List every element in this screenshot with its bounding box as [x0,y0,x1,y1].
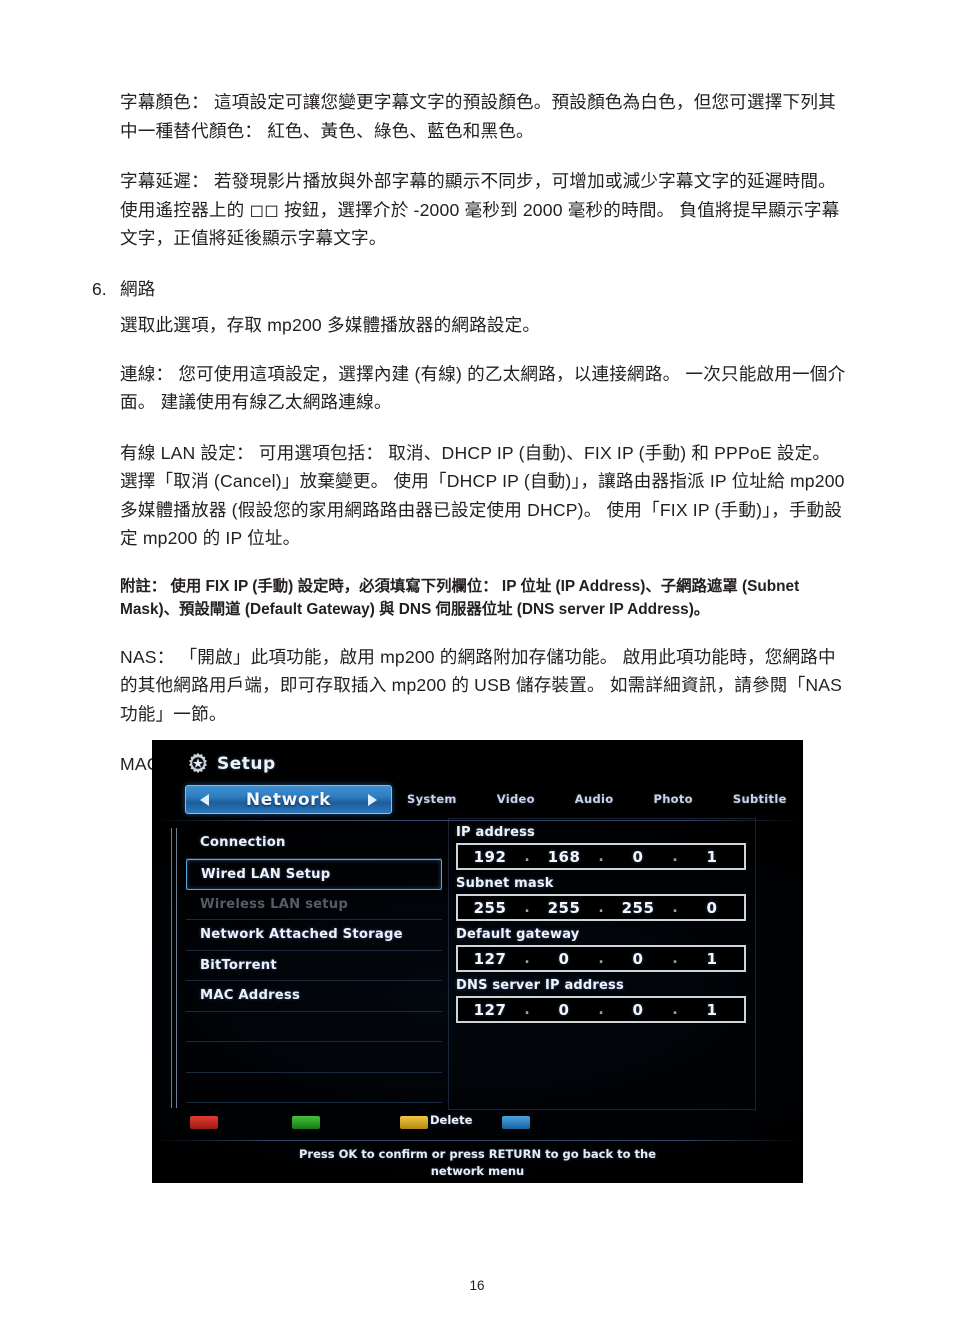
octet-separator: . [524,848,530,865]
default-gateway-input[interactable]: 127 . 0 . 0 . 1 [456,945,746,972]
blue-button[interactable] [502,1116,530,1129]
paragraph-note: 附註： 使用 FIX IP (手動) 設定時，必須填寫下列欄位： IP 位址 (… [120,577,800,618]
menu-item-wireless-lan-setup: Wireless LAN setup [186,890,442,920]
menu-item-label: BitTorrent [200,957,277,973]
footer-hint-line-2: network menu [430,1163,525,1178]
gear-icon [188,752,208,774]
menu-item-label: Wired LAN Setup [201,866,331,882]
setup-title: Setup [217,754,276,774]
menu-item-wired-lan-setup[interactable]: Wired LAN Setup [186,858,442,890]
menu-item-label: Connection [200,835,286,851]
octet-separator: . [524,1001,530,1018]
octet-separator: . [672,899,678,916]
octet-1[interactable]: 127 [458,1001,522,1019]
section-number: 6. [92,278,107,299]
paragraph-subtitle-color: 字幕顏色： 這項設定可讓您變更字幕文字的預設顏色。預設顏色為白色，但您可選擇下列… [120,92,836,141]
field-subnet-mask: Subnet mask 255 . 255 . 255 . 0 [456,876,746,921]
device-screen-root: Setup Network System Video Audio Photo S… [152,740,803,1183]
dns-server-ip-input[interactable]: 127 . 0 . 0 . 1 [456,996,746,1023]
tab-photo[interactable]: Photo [653,792,692,806]
settings-fields: IP address 192 . 168 . 0 . 1 Subnet mask… [456,825,746,1029]
yellow-button-label: Delete [430,1113,473,1127]
tab-system[interactable]: System [407,792,457,806]
paragraph-subtitle-delay: 字幕延遲： 若發現影片播放與外部字幕的顯示不同步，可增加或減少字幕文字的延遲時間… [120,171,840,248]
setup-header: Setup [186,752,276,776]
menu-item-label: MAC Address [200,988,301,1004]
network-menu-list: Connection Wired LAN Setup Wireless LAN … [186,828,442,1103]
octet-4[interactable]: 1 [680,950,744,968]
menu-item-connection[interactable]: Connection [186,828,442,859]
triangle-right-icon[interactable] [368,793,377,806]
page-number: 16 [469,1278,485,1293]
field-label: Subnet mask [456,876,554,891]
octet-separator: . [598,848,604,865]
paragraph-section-intro: 選取此選項，存取 mp200 多媒體播放器的網路設定。 [120,315,541,335]
octet-separator: . [598,950,604,967]
octet-separator: . [598,1001,604,1018]
tab-audio[interactable]: Audio [575,792,614,806]
field-default-gateway: Default gateway 127 . 0 . 0 . 1 [456,927,746,972]
tab-list: System Video Audio Photo Subtitle [407,785,787,812]
octet-1[interactable]: 192 [458,848,522,866]
menu-item-network-attached-storage[interactable]: Network Attached Storage [186,920,442,951]
menu-item-empty [186,1012,442,1042]
octet-1[interactable]: 255 [458,899,522,917]
tab-bar: Network System Video Audio Photo Subtitl… [185,785,786,814]
octet-separator: . [524,950,530,967]
menu-item-empty [186,1073,442,1103]
menu-item-label: Network Attached Storage [200,927,403,943]
octet-2[interactable]: 0 [532,1001,596,1019]
octet-3[interactable]: 0 [606,1001,670,1019]
octet-separator: . [598,899,604,916]
octet-2[interactable]: 0 [532,950,596,968]
paragraph-connection: 連線： 您可使用這項設定，選擇內建 (有線) 的乙太網路，以連接網路。 一次只能… [120,363,846,413]
octet-1[interactable]: 127 [458,950,522,968]
menu-item-mac-address[interactable]: MAC Address [186,981,442,1012]
field-label: DNS server IP address [456,978,624,993]
header-divider [152,820,803,821]
document-body: 字幕顏色： 這項設定可讓您變更字幕文字的預設顏色。預設顏色為白色，但您可選擇下列… [92,88,850,801]
octet-4[interactable]: 1 [680,848,744,866]
ip-address-input[interactable]: 192 . 168 . 0 . 1 [456,843,746,870]
tab-video[interactable]: Video [497,792,535,806]
field-label: Default gateway [456,927,580,942]
section-heading-network: 6. 網路 [92,275,850,304]
red-button[interactable] [190,1116,218,1129]
color-button-bar: Delete [152,1108,803,1140]
octet-2[interactable]: 255 [532,899,596,917]
octet-separator: . [672,1001,678,1018]
octet-separator: . [524,899,530,916]
field-ip-address: IP address 192 . 168 . 0 . 1 [456,825,746,870]
green-button[interactable] [292,1116,320,1129]
footer-hint-line-1: Press OK to confirm or press RETURN to g… [298,1147,656,1161]
tab-network[interactable]: Network [185,785,392,814]
octet-3[interactable]: 0 [606,848,670,866]
section-title: 網路 [120,278,156,299]
octet-3[interactable]: 255 [606,899,670,917]
footer-hint: Press OK to confirm or press RETURN to g… [152,1146,803,1179]
octet-separator: . [672,950,678,967]
paragraph-wired-lan: 有線 LAN 設定： 可用選項包括： 取消、DHCP IP (自動)、FIX I… [120,442,845,549]
menu-item-label: Wireless LAN setup [200,896,349,912]
octet-3[interactable]: 0 [606,950,670,968]
octet-2[interactable]: 168 [532,848,596,866]
menu-item-bittorrent[interactable]: BitTorrent [186,951,442,981]
tab-network-label: Network [245,789,332,810]
triangle-left-icon[interactable] [200,793,209,806]
octet-separator: . [672,848,678,865]
yellow-button[interactable] [400,1116,428,1129]
document-page: 字幕顏色： 這項設定可讓您變更字幕文字的預設顏色。預設顏色為白色，但您可選擇下列… [0,0,954,1344]
field-dns-server-ip-address: DNS server IP address 127 . 0 . 0 . 1 [456,978,746,1023]
subnet-mask-input[interactable]: 255 . 255 . 255 . 0 [456,894,746,921]
tab-subtitle[interactable]: Subtitle [733,792,787,806]
footer-divider [152,1140,803,1141]
octet-4[interactable]: 1 [680,1001,744,1019]
menu-item-empty [186,1042,442,1073]
field-label: IP address [456,825,535,840]
paragraph-nas: NAS： 「開啟」此項功能，啟用 mp200 的網路附加存儲功能。 啟用此項功能… [120,646,843,724]
octet-4[interactable]: 0 [680,899,744,917]
menu-scrollbar[interactable] [171,828,177,1108]
embedded-device-screenshot: Setup Network System Video Audio Photo S… [152,740,803,1183]
